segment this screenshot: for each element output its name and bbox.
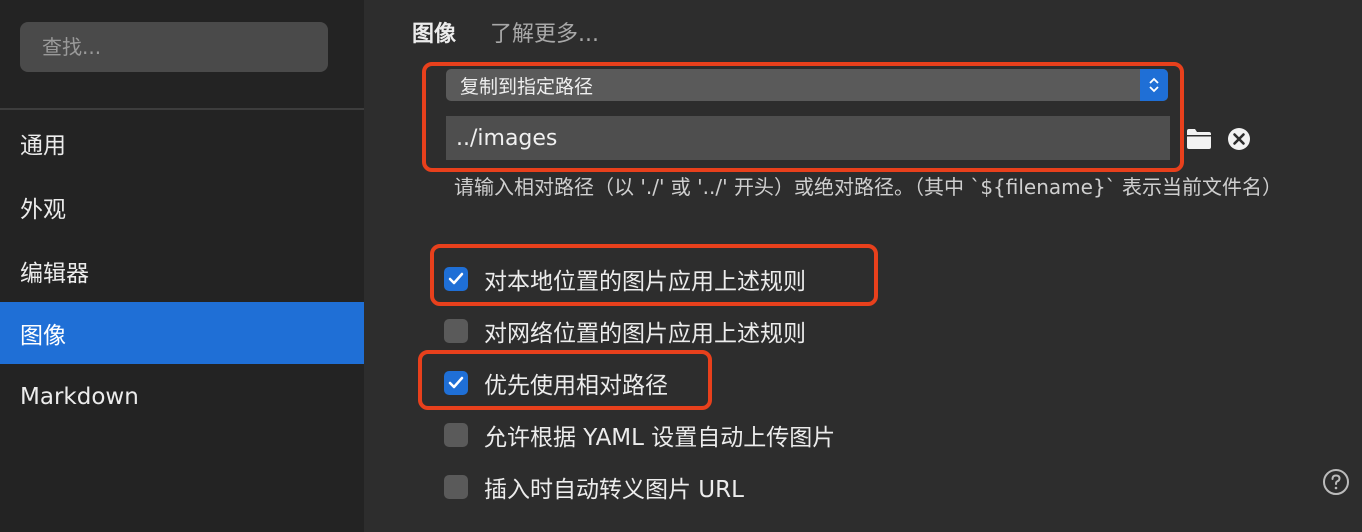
highlight-box-local-images	[430, 244, 878, 306]
highlight-box-path	[422, 62, 1184, 172]
sidebar-item-image[interactable]: 图像	[0, 302, 364, 364]
sidebar-item-label: 通用	[20, 133, 66, 159]
sidebar-divider	[0, 108, 364, 110]
clear-icon[interactable]	[1227, 127, 1251, 151]
checkbox[interactable]	[444, 319, 468, 343]
sidebar-item-label: 外观	[20, 197, 66, 223]
option-label: 插入时自动转义图片 URL	[484, 477, 744, 503]
sidebar-item-label: 图像	[20, 323, 66, 349]
sidebar-item-appearance[interactable]: 外观	[0, 176, 364, 238]
option-label: 对网络位置的图片应用上述规则	[484, 321, 806, 347]
search-field[interactable]	[20, 22, 328, 72]
sidebar-item-label: Markdown	[20, 384, 139, 410]
highlight-box-relative-path	[418, 350, 712, 410]
search-input[interactable]	[40, 34, 308, 60]
option-network-images[interactable]: 对网络位置的图片应用上述规则	[444, 314, 806, 348]
checkbox[interactable]	[444, 475, 468, 499]
sidebar-item-label: 编辑器	[20, 261, 89, 287]
path-hint: 请输入相对路径（以 './' 或 '../' 开头）或绝对路径。（其中 `${f…	[454, 175, 1283, 199]
section-title: 图像	[412, 22, 457, 47]
sidebar: 通用 外观 编辑器 图像 Markdown	[0, 0, 364, 532]
checkbox[interactable]	[444, 423, 468, 447]
option-yaml-auto-upload[interactable]: 允许根据 YAML 设置自动上传图片	[444, 418, 835, 452]
sidebar-item-general[interactable]: 通用	[0, 112, 364, 174]
help-icon[interactable]	[1322, 468, 1350, 496]
learn-more-link[interactable]: 了解更多...	[490, 16, 599, 48]
settings-panel: 图像 了解更多... 复制到指定路径 请输入相对路径（以 './' 或 '../…	[364, 0, 1362, 532]
folder-icon[interactable]	[1186, 128, 1212, 150]
sidebar-item-editor[interactable]: 编辑器	[0, 240, 364, 302]
option-label: 允许根据 YAML 设置自动上传图片	[484, 425, 836, 451]
sidebar-item-markdown[interactable]: Markdown	[0, 366, 364, 428]
option-escape-image-url[interactable]: 插入时自动转义图片 URL	[444, 470, 744, 504]
